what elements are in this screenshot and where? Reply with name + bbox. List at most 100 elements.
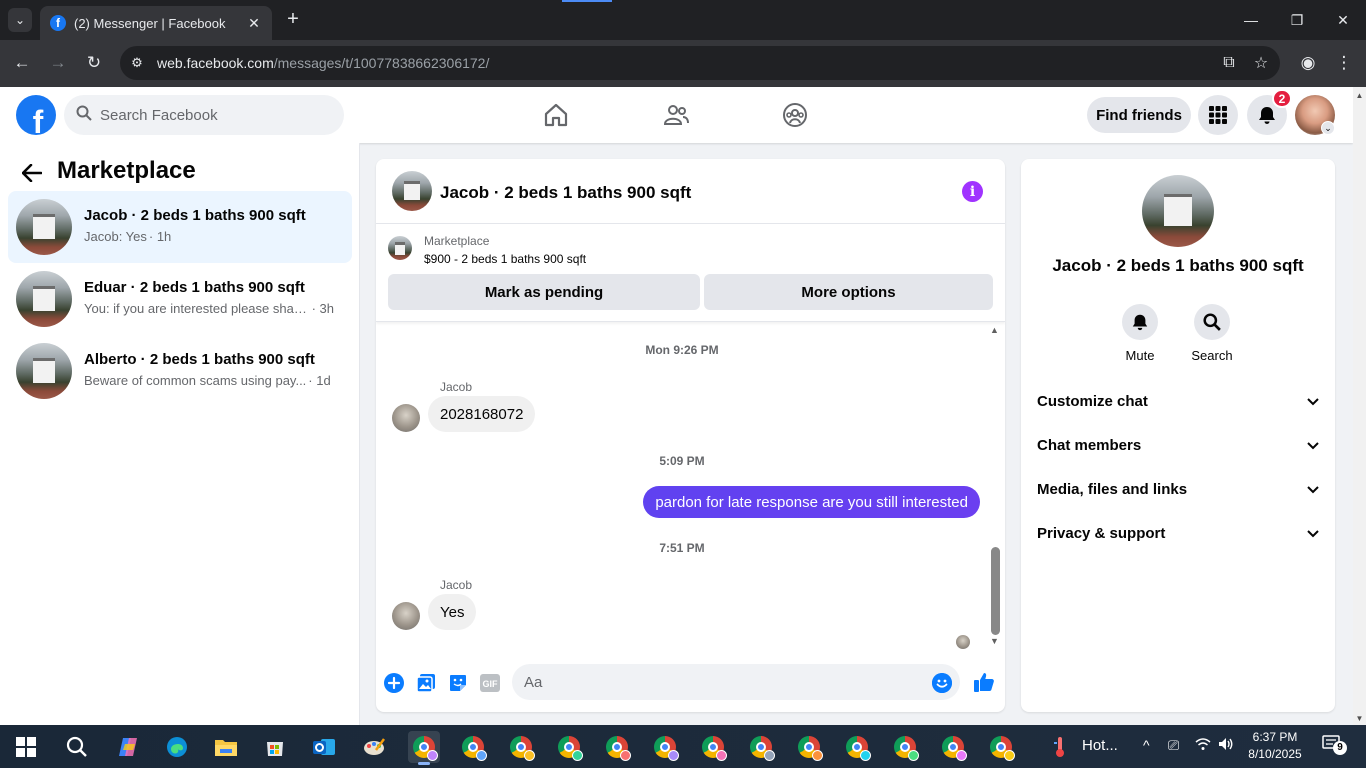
restore-icon[interactable]: ❐ xyxy=(1274,0,1320,40)
scroll-up-arrow-icon[interactable]: ▲ xyxy=(1353,89,1366,102)
facebook-logo-icon[interactable]: f xyxy=(16,95,56,135)
mute-action[interactable]: Mute xyxy=(1110,304,1170,363)
minimize-icon[interactable]: — xyxy=(1228,0,1274,40)
chrome-taskbar-icon[interactable] xyxy=(745,731,777,763)
reload-icon[interactable]: ↻ xyxy=(83,52,105,74)
chrome-taskbar-icon[interactable] xyxy=(457,731,489,763)
search-action[interactable]: Search xyxy=(1182,304,1242,363)
home-icon[interactable] xyxy=(536,95,576,135)
paint-icon[interactable] xyxy=(358,731,390,763)
chrome-taskbar-icon[interactable] xyxy=(793,731,825,763)
incoming-message[interactable]: Yes xyxy=(428,594,477,630)
plus-circle-icon[interactable] xyxy=(383,672,405,694)
browser-tab-messenger[interactable]: f (2) Messenger | Facebook ✕ xyxy=(40,6,272,40)
chrome-taskbar-icon[interactable] xyxy=(649,731,681,763)
chrome-taskbar-icon[interactable] xyxy=(505,731,537,763)
clock-date: 8/10/2025 xyxy=(1248,747,1302,761)
sticker-icon[interactable] xyxy=(447,672,469,694)
chrome-taskbar-icon[interactable] xyxy=(601,731,633,763)
conversation-item-jacob[interactable]: Jacob · 2 beds 1 baths 900 sqft Jacob: Y… xyxy=(8,191,352,263)
chrome-taskbar-icon[interactable] xyxy=(889,731,921,763)
account-chevron-down-icon[interactable]: ⌄ xyxy=(1321,121,1335,135)
back-arrow-icon[interactable] xyxy=(18,159,46,187)
microsoft-store-icon[interactable] xyxy=(259,731,291,763)
listing-label: Marketplace xyxy=(424,234,490,248)
tray-overflow-chevron-icon[interactable]: ^ xyxy=(1143,737,1150,753)
info-avatar[interactable] xyxy=(1142,175,1214,247)
info-icon[interactable]: i xyxy=(962,181,983,202)
site-info-icon[interactable]: ⚙ xyxy=(126,52,148,74)
sender-avatar[interactable] xyxy=(392,602,420,630)
chrome-taskbar-icon[interactable] xyxy=(553,731,585,763)
bookmark-star-icon[interactable]: ☆ xyxy=(1248,50,1274,76)
tab-close-icon[interactable]: ✕ xyxy=(246,15,262,32)
conversation-item-eduar[interactable]: Eduar · 2 beds 1 baths 900 sqft You: if … xyxy=(8,263,352,335)
chat-scroll-down-icon[interactable]: ▼ xyxy=(990,636,999,646)
url-text[interactable]: web.facebook.com/messages/t/100778386623… xyxy=(157,55,1216,71)
privacy-support-row[interactable]: Privacy & support xyxy=(1029,511,1327,555)
mark-as-pending-button[interactable]: Mark as pending xyxy=(388,274,700,310)
outlook-icon[interactable] xyxy=(308,731,340,763)
bell-icon[interactable] xyxy=(1122,304,1158,340)
facebook-search-input[interactable] xyxy=(100,106,330,124)
chat-avatar[interactable] xyxy=(392,171,432,211)
sidebar-title: Marketplace xyxy=(57,157,196,184)
chat-members-row[interactable]: Chat members xyxy=(1029,423,1327,467)
file-explorer-icon[interactable] xyxy=(210,731,242,763)
chrome-icon xyxy=(413,736,438,761)
chrome-icon xyxy=(558,736,583,761)
conversation-item-alberto[interactable]: Alberto · 2 beds 1 baths 900 sqft Beware… xyxy=(8,335,352,407)
edge-icon[interactable] xyxy=(161,731,193,763)
browser-menu-icon[interactable]: ⋮ xyxy=(1333,52,1355,74)
copilot-icon[interactable] xyxy=(112,731,144,763)
friends-icon[interactable] xyxy=(656,95,696,135)
forward-arrow-icon[interactable]: → xyxy=(47,52,69,74)
weather-thermometer-icon[interactable] xyxy=(1044,731,1076,763)
scroll-down-arrow-icon[interactable]: ▼ xyxy=(1353,712,1366,725)
page-scrollbar[interactable]: ▲ ▼ xyxy=(1353,87,1366,725)
menu-grid-icon[interactable] xyxy=(1198,95,1238,135)
meet-camera-icon[interactable]: ⎚ xyxy=(1168,737,1179,754)
chrome-taskbar-icon[interactable] xyxy=(697,731,729,763)
volume-icon[interactable] xyxy=(1218,737,1234,754)
chrome-taskbar-icon[interactable] xyxy=(937,731,969,763)
row-label: Media, files and links xyxy=(1037,480,1188,498)
search-icon[interactable] xyxy=(1194,304,1230,340)
new-tab-plus-icon[interactable]: + xyxy=(282,8,304,30)
message-input-box[interactable] xyxy=(512,664,960,700)
groups-icon[interactable] xyxy=(775,95,815,135)
chrome-taskbar-icon-active[interactable] xyxy=(408,731,440,765)
install-app-icon[interactable]: ⧉ xyxy=(1216,50,1242,76)
back-arrow-icon[interactable]: ← xyxy=(11,52,33,74)
tab-search-chevron-icon[interactable]: ⌄ xyxy=(8,8,32,32)
chrome-taskbar-icon[interactable] xyxy=(985,731,1017,763)
media-files-links-row[interactable]: Media, files and links xyxy=(1029,467,1327,511)
weather-label[interactable]: Hot... xyxy=(1082,737,1118,754)
chat-title[interactable]: Jacob · 2 beds 1 baths 900 sqft xyxy=(440,183,691,203)
gif-icon[interactable]: GIF xyxy=(479,672,501,694)
close-window-icon[interactable]: ✕ xyxy=(1320,0,1366,40)
taskbar-search-icon[interactable] xyxy=(61,731,93,763)
thumbs-up-icon[interactable] xyxy=(972,670,996,694)
windows-start-icon[interactable] xyxy=(10,731,42,763)
emoji-icon[interactable] xyxy=(932,673,952,693)
chat-scroll-up-icon[interactable]: ▲ xyxy=(990,325,999,335)
chrome-taskbar-icon[interactable] xyxy=(841,731,873,763)
customize-chat-row[interactable]: Customize chat xyxy=(1029,379,1327,423)
message-input[interactable] xyxy=(524,673,904,691)
address-bar[interactable]: ⚙ web.facebook.com/messages/t/1007783866… xyxy=(120,46,1280,80)
outgoing-message[interactable]: pardon for late response are you still i… xyxy=(643,486,980,518)
listing-thumbnail[interactable] xyxy=(388,236,412,260)
photo-gallery-icon[interactable] xyxy=(415,672,437,694)
chat-scrollbar[interactable]: ▲ ▼ xyxy=(989,323,1001,653)
find-friends-button[interactable]: Find friends xyxy=(1087,97,1191,133)
more-options-button[interactable]: More options xyxy=(704,274,993,310)
system-clock[interactable]: 6:37 PM 8/10/2025 xyxy=(1240,729,1310,763)
incoming-message[interactable]: 2028168072 xyxy=(428,396,536,432)
chat-scroll-thumb[interactable] xyxy=(991,547,1000,635)
profile-icon[interactable]: ◉ xyxy=(1297,52,1319,74)
sender-avatar[interactable] xyxy=(392,404,420,432)
listing-price[interactable]: $900 - 2 beds 1 baths 900 sqft xyxy=(424,252,586,266)
facebook-search-box[interactable] xyxy=(64,95,344,135)
wifi-icon[interactable] xyxy=(1195,737,1211,754)
